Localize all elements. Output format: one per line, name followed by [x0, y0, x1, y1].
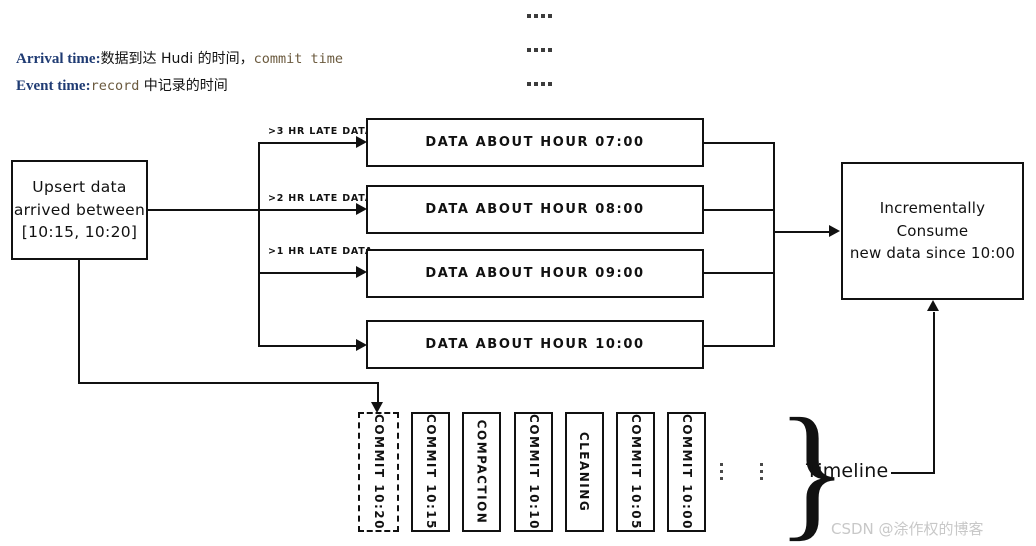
branch-line-2 [258, 209, 358, 211]
commit-box-cleaning-label: CLEANING [577, 431, 592, 513]
commit-box-1000: COMMIT 10:00 [667, 412, 706, 532]
legend-event-cn: 中记录的时间 [139, 78, 228, 94]
merge-line-1 [704, 142, 775, 144]
data-box-hour-08-label: DATA ABOUT HOUR 08:00 [425, 202, 645, 217]
timeline-feedback-arrow [927, 300, 939, 311]
ellipsis-dots-row-2 [527, 48, 552, 52]
merge-line-2 [704, 209, 775, 211]
merge-to-consumer-line [773, 231, 831, 233]
merge-bus-line [773, 142, 775, 345]
dot [527, 82, 531, 86]
commit-box-1005: COMMIT 10:05 [616, 412, 655, 532]
commit-box-1010: COMMIT 10:10 [514, 412, 553, 532]
timeline-drop-line [377, 382, 379, 404]
upsert-source-line3: [10:15, 10:20] [21, 223, 138, 242]
dot [720, 470, 723, 473]
commit-box-compaction: COMPACTION [462, 412, 501, 532]
legend-event-time: Event time:record 中记录的时间 [16, 79, 228, 94]
diagram-canvas: Arrival time:数据到达 Hudi 的时间，commit time E… [0, 0, 1036, 546]
branch-line-4 [258, 345, 358, 347]
dot [760, 477, 763, 480]
legend-arrival-term: Arrival time [16, 51, 96, 67]
commit-box-1005-label: COMMIT 10:05 [628, 414, 643, 530]
upsert-source-line1: Upsert data [32, 178, 127, 197]
upsert-source-box: Upsert data arrived between [10:15, 10:2… [11, 160, 148, 260]
data-box-hour-07: DATA ABOUT HOUR 07:00 [366, 118, 704, 167]
dot [534, 48, 538, 52]
upsert-source-text: Upsert data arrived between [10:15, 10:2… [14, 176, 145, 243]
data-box-hour-07-label: DATA ABOUT HOUR 07:00 [425, 135, 645, 150]
incremental-consume-line1: Incrementally Consume [879, 199, 986, 240]
merge-line-4 [704, 345, 775, 347]
source-to-bus-line [148, 209, 260, 211]
dot [548, 14, 552, 18]
dot [760, 463, 763, 466]
data-box-hour-10: DATA ABOUT HOUR 10:00 [366, 320, 704, 369]
incremental-consume-text: Incrementally Consume new data since 10:… [843, 197, 1022, 265]
legend-arrival-mono: commit time [253, 51, 344, 67]
edge-label-1hr-late: >1 HR LATE DATA [268, 246, 373, 257]
commit-box-1020-label: COMMIT 10:20 [371, 414, 386, 530]
incremental-consume-line2: new data since 10:00 [849, 244, 1016, 263]
dot [720, 463, 723, 466]
commit-box-1020: COMMIT 10:20 [358, 412, 399, 532]
commit-box-1000-label: COMMIT 10:00 [679, 414, 694, 530]
dot [527, 48, 531, 52]
data-box-hour-09-label: DATA ABOUT HOUR 09:00 [425, 266, 645, 281]
csdn-watermark: CSDN @涂作权的博客 [831, 520, 984, 538]
data-box-hour-08: DATA ABOUT HOUR 08:00 [366, 185, 704, 234]
dot [760, 470, 763, 473]
upsert-source-line2: arrived between [13, 200, 146, 219]
merge-line-3 [704, 272, 775, 274]
ellipsis-dots-row-3 [527, 82, 552, 86]
edge-label-3hr-late: >3 HR LATE DATA [268, 126, 373, 137]
timeline-label: Timeline [806, 460, 889, 482]
fanout-bus-line [258, 142, 260, 345]
legend-arrival-time: Arrival time:数据到达 Hudi 的时间，commit time [16, 52, 343, 67]
dot [720, 477, 723, 480]
commit-box-compaction-label: COMPACTION [474, 419, 489, 525]
legend-event-mono: record [90, 78, 140, 94]
incremental-consume-box: Incrementally Consume new data since 10:… [841, 162, 1024, 300]
dot [534, 14, 538, 18]
dot [541, 14, 545, 18]
dot [541, 48, 545, 52]
commit-box-cleaning: CLEANING [565, 412, 604, 532]
ellipsis-dots-row-1 [527, 14, 552, 18]
source-down-line [78, 260, 80, 383]
commit-box-1015-label: COMMIT 10:15 [423, 414, 438, 530]
branch-line-1 [258, 142, 358, 144]
dot [534, 82, 538, 86]
dot [541, 82, 545, 86]
timeline-ellipsis-1 [720, 463, 723, 480]
branch-line-3 [258, 272, 358, 274]
dot [548, 82, 552, 86]
legend-arrival-cn: 数据到达 Hudi 的时间， [100, 51, 254, 67]
dot [548, 48, 552, 52]
timeline-feedback-vline [933, 312, 935, 472]
commit-box-1015: COMMIT 10:15 [411, 412, 450, 532]
merge-to-consumer-arrow [829, 225, 840, 237]
edge-label-2hr-late: >2 HR LATE DATA [268, 193, 373, 204]
legend-event-term: Event time [16, 78, 86, 94]
source-to-timeline-line [78, 382, 379, 384]
commit-box-1010-label: COMMIT 10:10 [526, 414, 541, 530]
timeline-ellipsis-2 [760, 463, 763, 480]
data-box-hour-10-label: DATA ABOUT HOUR 10:00 [425, 337, 645, 352]
timeline-feedback-hline [891, 472, 935, 474]
data-box-hour-09: DATA ABOUT HOUR 09:00 [366, 249, 704, 298]
dot [527, 14, 531, 18]
